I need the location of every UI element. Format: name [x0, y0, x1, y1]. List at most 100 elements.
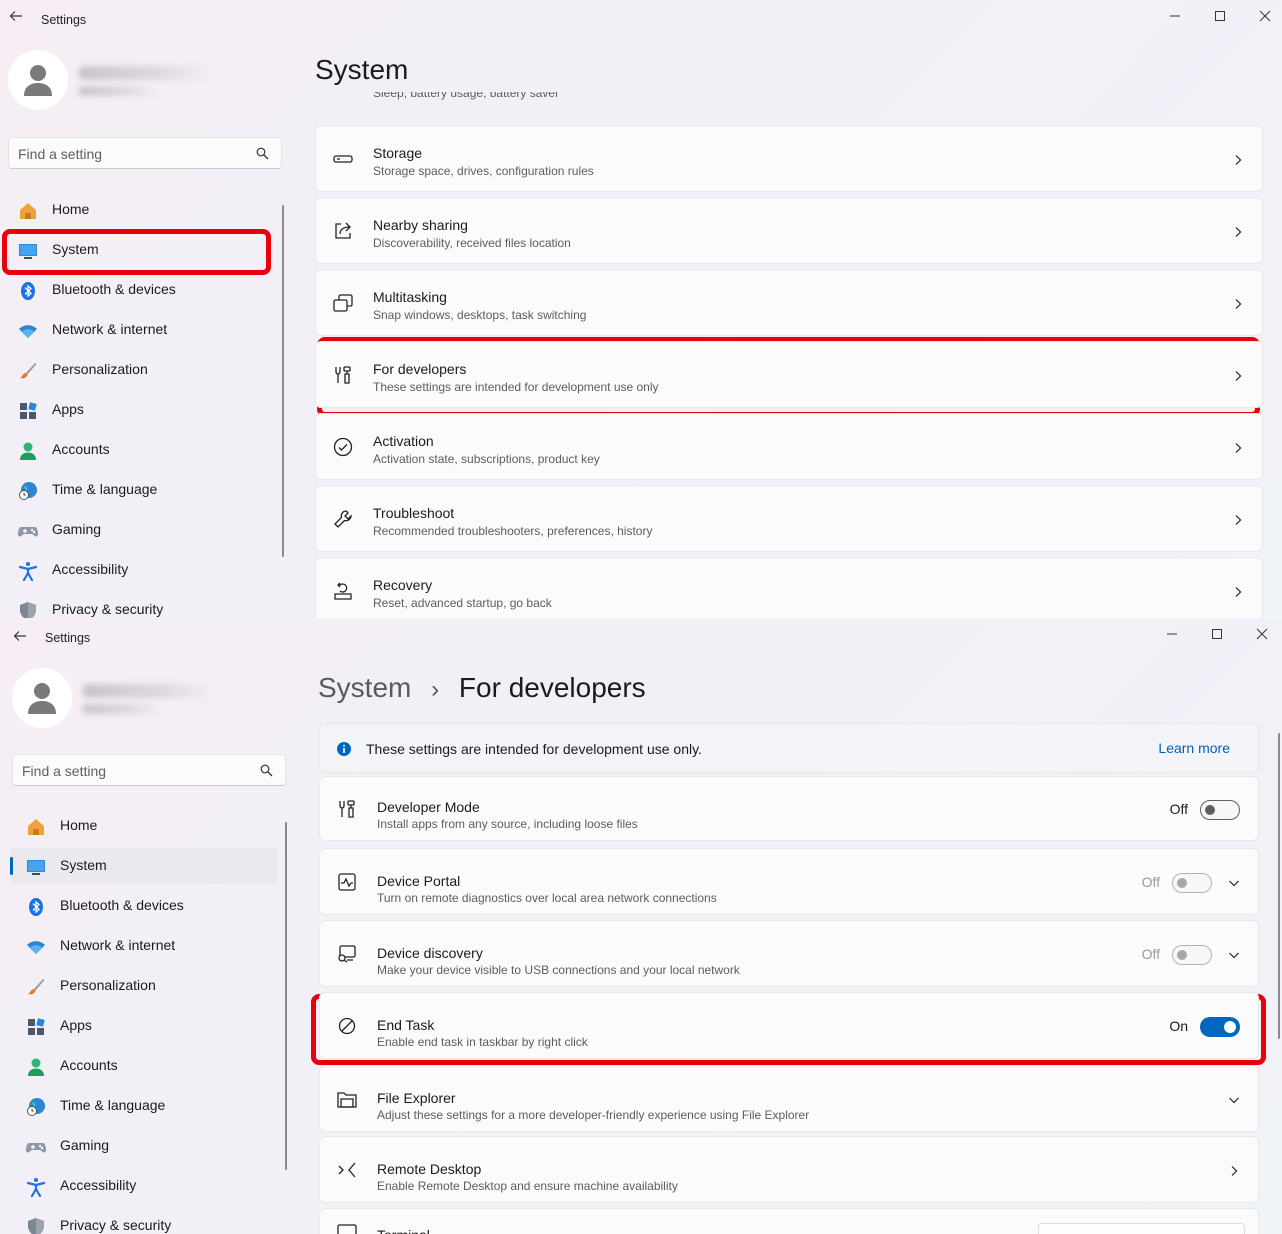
sidebar-item-accounts[interactable]: Accounts — [2, 432, 270, 468]
back-arrow-icon[interactable] — [8, 8, 24, 24]
sidebar-item-gaming[interactable]: Gaming — [10, 1128, 278, 1164]
setting-card-file-explorer[interactable]: File Explorer Adjust these settings for a… — [319, 1065, 1259, 1132]
page-title: System — [315, 54, 409, 85]
close-button[interactable] — [1245, 2, 1282, 28]
chevron-down-icon[interactable] — [1228, 1093, 1240, 1105]
sidebar-item-accessibility[interactable]: Accessibility — [10, 1168, 278, 1204]
setting-card-end-task[interactable]: End Task Enable end task in taskbar by ri… — [319, 992, 1259, 1059]
setting-title: For developers — [373, 361, 467, 377]
sidebar-item-bluetooth-and-devices[interactable]: Bluetooth & devices — [2, 272, 270, 308]
sidebar-item-label: Accounts — [52, 441, 110, 457]
sidebar-item-network-and-internet[interactable]: Network & internet — [2, 312, 270, 348]
sidebar-item-time-and-language[interactable]: Time & language — [2, 472, 270, 508]
terminal-dropdown[interactable] — [1038, 1223, 1245, 1234]
toggle-switch-device-discovery — [1172, 945, 1212, 965]
chevron-down-icon[interactable] — [1228, 876, 1240, 888]
setting-title: Multitasking — [373, 289, 447, 305]
maximize-button[interactable] — [1200, 2, 1240, 28]
sidebar-item-accounts[interactable]: Accounts — [10, 1048, 278, 1084]
breadcrumb-system-link[interactable]: System — [318, 672, 411, 703]
chevron-right-icon — [1232, 441, 1244, 453]
sidebar-item-bluetooth-and-devices[interactable]: Bluetooth & devices — [10, 888, 278, 924]
avatar[interactable] — [12, 668, 72, 728]
setting-card-remote-desktop[interactable]: Remote Desktop Enable Remote Desktop and … — [319, 1136, 1259, 1203]
check-circle-icon — [332, 436, 354, 458]
maximize-button[interactable] — [1197, 620, 1237, 646]
content-scrollbar[interactable] — [1278, 733, 1280, 1039]
back-arrow-icon[interactable] — [12, 628, 28, 644]
search-box[interactable]: Find a setting — [12, 754, 286, 786]
setting-card-device-discovery[interactable]: Device discovery Make your device visible… — [319, 920, 1259, 987]
sidebar-item-gaming[interactable]: Gaming — [2, 512, 270, 548]
sidebar-item-apps[interactable]: Apps — [10, 1008, 278, 1044]
setting-title: Device discovery — [377, 945, 483, 961]
sidebar-scrollbar[interactable] — [282, 205, 284, 557]
developer-tools-icon — [332, 364, 354, 386]
brush-icon — [26, 977, 46, 997]
sidebar-item-privacy-and-security[interactable]: Privacy & security — [10, 1208, 278, 1234]
search-box[interactable]: Find a setting — [8, 137, 282, 169]
sidebar-item-label: Privacy & security — [52, 601, 164, 617]
close-button[interactable] — [1242, 620, 1282, 646]
blurred-user-email — [78, 86, 158, 96]
sidebar-item-system[interactable]: System — [10, 848, 278, 884]
setting-card-troubleshoot[interactable]: Troubleshoot Recommended troubleshooters,… — [315, 485, 1263, 552]
setting-subtitle: Make your device visible to USB connecti… — [377, 963, 740, 977]
user-icon — [28, 683, 56, 714]
search-input[interactable]: Find a setting — [22, 763, 106, 779]
sidebar-item-label: Network & internet — [52, 321, 168, 337]
sidebar-item-home[interactable]: Home — [2, 192, 270, 228]
sidebar-item-time-and-language[interactable]: Time & language — [10, 1088, 278, 1124]
chevron-right-icon — [1232, 153, 1244, 165]
setting-card-storage[interactable]: Storage Storage space, drives, configurat… — [315, 125, 1263, 192]
chevron-down-icon[interactable] — [1228, 948, 1240, 960]
recovery-icon — [332, 580, 354, 602]
close-icon — [1256, 628, 1268, 640]
setting-card-nearby-sharing[interactable]: Nearby sharing Discoverability, received … — [315, 197, 1263, 264]
setting-card-activation[interactable]: Activation Activation state, subscription… — [315, 413, 1263, 480]
sidebar-item-apps[interactable]: Apps — [2, 392, 270, 428]
folder-icon — [336, 1088, 358, 1110]
setting-subtitle: Reset, advanced startup, go back — [373, 596, 552, 610]
setting-card-developer-mode[interactable]: Developer Mode Install apps from any sour… — [319, 776, 1259, 841]
setting-subtitle: These settings are intended for developm… — [373, 380, 659, 394]
sidebar-item-personalization[interactable]: Personalization — [10, 968, 278, 1004]
search-input[interactable]: Find a setting — [18, 146, 102, 162]
minimize-button[interactable] — [1155, 2, 1195, 28]
search-icon — [260, 764, 273, 777]
remote-desktop-icon — [336, 1159, 358, 1181]
setting-card-terminal[interactable]: Terminal — [319, 1208, 1259, 1234]
setting-title: Recovery — [373, 577, 433, 593]
learn-more-link[interactable]: Learn more — [1158, 740, 1230, 756]
setting-card-for-developers[interactable]: For developers These settings are intende… — [315, 341, 1263, 408]
sidebar-item-privacy-and-security[interactable]: Privacy & security — [2, 592, 270, 618]
chevron-right-icon[interactable] — [1228, 1164, 1240, 1176]
setting-card-multitasking[interactable]: Multitasking Snap windows, desktops, task… — [315, 269, 1263, 336]
sidebar-item-home[interactable]: Home — [10, 808, 278, 844]
accounts-icon — [26, 1057, 46, 1077]
minimize-icon — [1167, 633, 1177, 635]
sidebar-scrollbar[interactable] — [285, 822, 287, 1170]
minimize-icon — [1170, 15, 1180, 17]
chevron-right-icon — [1232, 297, 1244, 309]
chevron-right-icon — [1232, 225, 1244, 237]
bluetooth-icon — [26, 897, 46, 917]
title-bar: Settings — [0, 0, 1282, 38]
setting-card-recovery[interactable]: Recovery Reset, advanced startup, go back — [315, 557, 1263, 618]
toggle-switch-end-task[interactable] — [1200, 1017, 1240, 1037]
window-title: Settings — [41, 13, 87, 27]
setting-subtitle: Adjust these settings for a more develop… — [377, 1108, 810, 1122]
sidebar-item-accessibility[interactable]: Accessibility — [2, 552, 270, 588]
setting-card-device-portal[interactable]: Device Portal Turn on remote diagnostics … — [319, 848, 1259, 915]
sidebar-item-personalization[interactable]: Personalization — [2, 352, 270, 388]
sidebar-item-network-and-internet[interactable]: Network & internet — [10, 928, 278, 964]
toggle-switch-developer-mode[interactable] — [1200, 800, 1240, 820]
avatar[interactable] — [8, 50, 68, 110]
minimize-button[interactable] — [1152, 620, 1192, 646]
end-task-icon — [336, 1015, 358, 1037]
setting-title: Activation — [373, 433, 434, 449]
info-bar: These settings are intended for developm… — [319, 723, 1259, 773]
sidebar-item-label: Personalization — [60, 977, 156, 993]
terminal-icon — [336, 1221, 358, 1234]
setting-subtitle: Discoverability, received files location — [373, 236, 571, 250]
